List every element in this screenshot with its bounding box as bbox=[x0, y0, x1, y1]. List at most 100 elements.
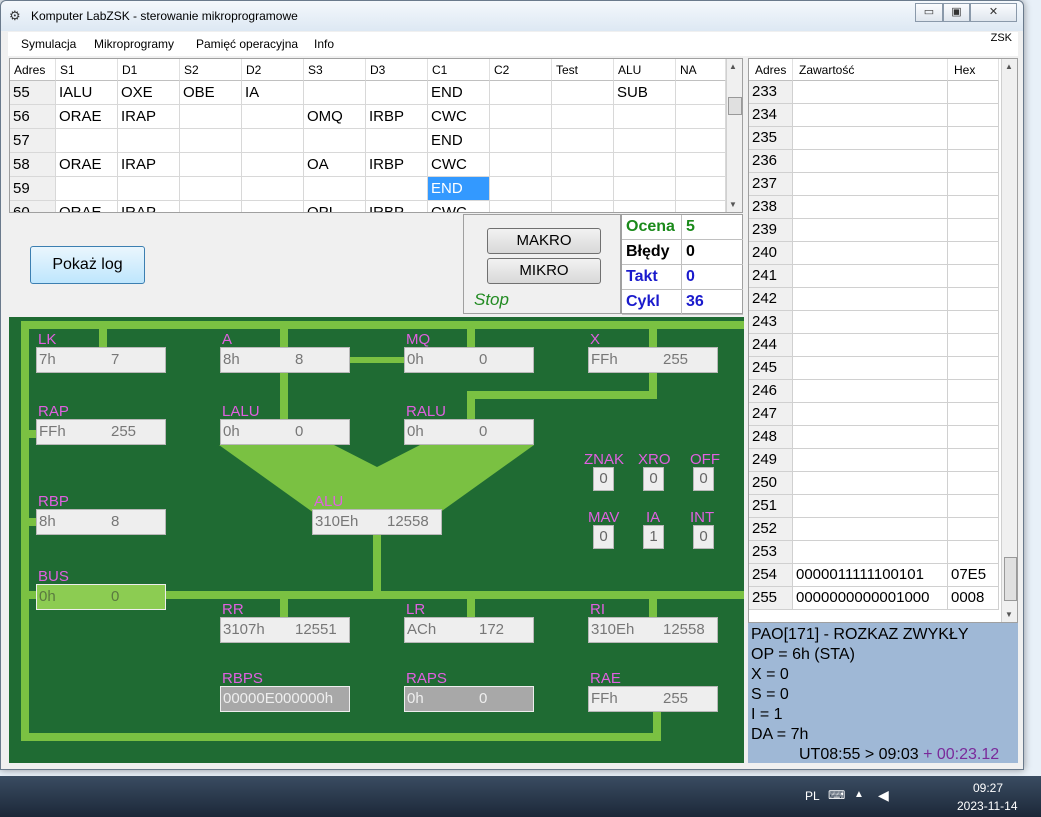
register-ri[interactable]: 310Eh 12558 bbox=[588, 617, 718, 643]
table-cell[interactable]: ORAE bbox=[56, 105, 118, 129]
column-header-d2[interactable]: D2 bbox=[242, 59, 304, 81]
table-cell[interactable] bbox=[552, 201, 614, 212]
memory-cell[interactable] bbox=[948, 426, 999, 449]
table-cell[interactable] bbox=[304, 177, 366, 201]
table-cell[interactable] bbox=[180, 153, 242, 177]
memory-cell[interactable] bbox=[948, 403, 999, 426]
table-cell[interactable] bbox=[676, 105, 726, 129]
memory-cell[interactable]: 244 bbox=[749, 334, 793, 357]
table-cell[interactable] bbox=[676, 129, 726, 153]
memory-cell[interactable]: 242 bbox=[749, 288, 793, 311]
table-cell[interactable]: ORAE bbox=[56, 201, 118, 212]
memory-row[interactable]: 253 bbox=[749, 541, 999, 564]
table-cell[interactable] bbox=[180, 201, 242, 212]
memory-cell[interactable] bbox=[948, 288, 999, 311]
memory-cell[interactable] bbox=[793, 426, 948, 449]
menu-pamiec-operacyjna[interactable]: Pamięć operacyjna bbox=[196, 37, 298, 51]
memory-cell[interactable] bbox=[948, 357, 999, 380]
memory-cell[interactable] bbox=[793, 380, 948, 403]
memory-cell[interactable] bbox=[948, 449, 999, 472]
register-rbps[interactable]: 00000E000000h bbox=[220, 686, 350, 712]
memory-cell[interactable]: 234 bbox=[749, 104, 793, 127]
memory-row[interactable]: 244 bbox=[749, 334, 999, 357]
table-cell[interactable]: END bbox=[428, 81, 490, 105]
table-cell[interactable]: OPI bbox=[304, 201, 366, 212]
memory-cell[interactable] bbox=[948, 541, 999, 564]
flag-xro[interactable]: 0 bbox=[643, 467, 664, 491]
memory-cell[interactable]: 245 bbox=[749, 357, 793, 380]
table-cell[interactable] bbox=[180, 129, 242, 153]
table-cell[interactable]: OXE bbox=[118, 81, 180, 105]
table-cell[interactable]: OMQ bbox=[304, 105, 366, 129]
column-header-c1[interactable]: C1 bbox=[428, 59, 490, 81]
memory-cell[interactable]: 253 bbox=[749, 541, 793, 564]
memory-column-header[interactable]: Zawartość bbox=[793, 59, 948, 81]
table-cell[interactable]: IA bbox=[242, 81, 304, 105]
flag-int[interactable]: 0 bbox=[693, 525, 714, 549]
memory-row[interactable]: 237 bbox=[749, 173, 999, 196]
table-cell[interactable]: END bbox=[428, 177, 490, 201]
table-cell[interactable] bbox=[304, 81, 366, 105]
memory-row[interactable]: 246 bbox=[749, 380, 999, 403]
table-cell[interactable]: IRBP bbox=[366, 105, 428, 129]
memory-cell[interactable]: 237 bbox=[749, 173, 793, 196]
memory-cell[interactable] bbox=[948, 334, 999, 357]
table-cell[interactable]: IRAP bbox=[118, 201, 180, 212]
table-cell[interactable] bbox=[490, 105, 552, 129]
memory-cell[interactable] bbox=[793, 495, 948, 518]
memory-cell[interactable]: 236 bbox=[749, 150, 793, 173]
flag-znak[interactable]: 0 bbox=[593, 467, 614, 491]
speaker-icon[interactable]: ◀ bbox=[878, 787, 889, 804]
memory-cell[interactable] bbox=[793, 196, 948, 219]
table-cell[interactable]: 58 bbox=[10, 153, 56, 177]
memory-row[interactable]: 247 bbox=[749, 403, 999, 426]
memory-row[interactable]: 242 bbox=[749, 288, 999, 311]
table-cell[interactable] bbox=[242, 129, 304, 153]
table-cell[interactable]: 55 bbox=[10, 81, 56, 105]
memory-row[interactable]: 243 bbox=[749, 311, 999, 334]
flag-ia[interactable]: 1 bbox=[643, 525, 664, 549]
memory-cell[interactable] bbox=[948, 495, 999, 518]
menu-info[interactable]: Info bbox=[314, 37, 334, 51]
memory-cell[interactable]: 0008 bbox=[948, 587, 999, 610]
memory-column-header[interactable]: Hex bbox=[948, 59, 999, 81]
memory-cell[interactable] bbox=[948, 242, 999, 265]
memory-cell[interactable]: 254 bbox=[749, 564, 793, 587]
memory-row[interactable]: 254 0000011111100101 07E5 bbox=[749, 564, 999, 587]
memory-cell[interactable] bbox=[948, 104, 999, 127]
memory-row[interactable]: 245 bbox=[749, 357, 999, 380]
table-cell[interactable] bbox=[552, 81, 614, 105]
register-raps[interactable]: 0h 0 bbox=[404, 686, 534, 712]
table-cell[interactable]: CWC bbox=[428, 153, 490, 177]
column-header-d3[interactable]: D3 bbox=[366, 59, 428, 81]
mikro-button[interactable]: MIKRO bbox=[487, 258, 601, 284]
register-alu[interactable]: 310Eh 12558 bbox=[312, 509, 442, 535]
table-cell[interactable]: 56 bbox=[10, 105, 56, 129]
memory-cell[interactable]: 252 bbox=[749, 518, 793, 541]
memory-row[interactable]: 250 bbox=[749, 472, 999, 495]
memory-cell[interactable]: 07E5 bbox=[948, 564, 999, 587]
memory-scrollbar[interactable]: ▲ ▼ bbox=[1001, 59, 1017, 622]
memory-cell[interactable] bbox=[948, 196, 999, 219]
table-cell[interactable] bbox=[614, 177, 676, 201]
register-rbp[interactable]: 8h 8 bbox=[36, 509, 166, 535]
memory-cell[interactable] bbox=[793, 265, 948, 288]
table-cell[interactable] bbox=[490, 153, 552, 177]
table-cell[interactable] bbox=[304, 129, 366, 153]
microprogram-table[interactable]: Adres S1 D1 S2 D2 S3 D3 C1 C2 Test ALU NA 55 IALU OXE… bbox=[9, 58, 743, 213]
memory-cell[interactable] bbox=[793, 311, 948, 334]
column-header-s3[interactable]: S3 bbox=[304, 59, 366, 81]
register-rae[interactable]: FFh 255 bbox=[588, 686, 718, 712]
memory-cell[interactable]: 241 bbox=[749, 265, 793, 288]
memory-row[interactable]: 248 bbox=[749, 426, 999, 449]
memory-cell[interactable] bbox=[793, 219, 948, 242]
memory-cell[interactable] bbox=[793, 334, 948, 357]
table-cell[interactable]: ORAE bbox=[56, 153, 118, 177]
table-cell[interactable] bbox=[118, 129, 180, 153]
makro-button[interactable]: MAKRO bbox=[487, 228, 601, 254]
memory-cell[interactable] bbox=[793, 288, 948, 311]
memory-cell[interactable] bbox=[793, 150, 948, 173]
flag-off[interactable]: 0 bbox=[693, 467, 714, 491]
table-cell[interactable] bbox=[242, 177, 304, 201]
memory-row[interactable]: 249 bbox=[749, 449, 999, 472]
